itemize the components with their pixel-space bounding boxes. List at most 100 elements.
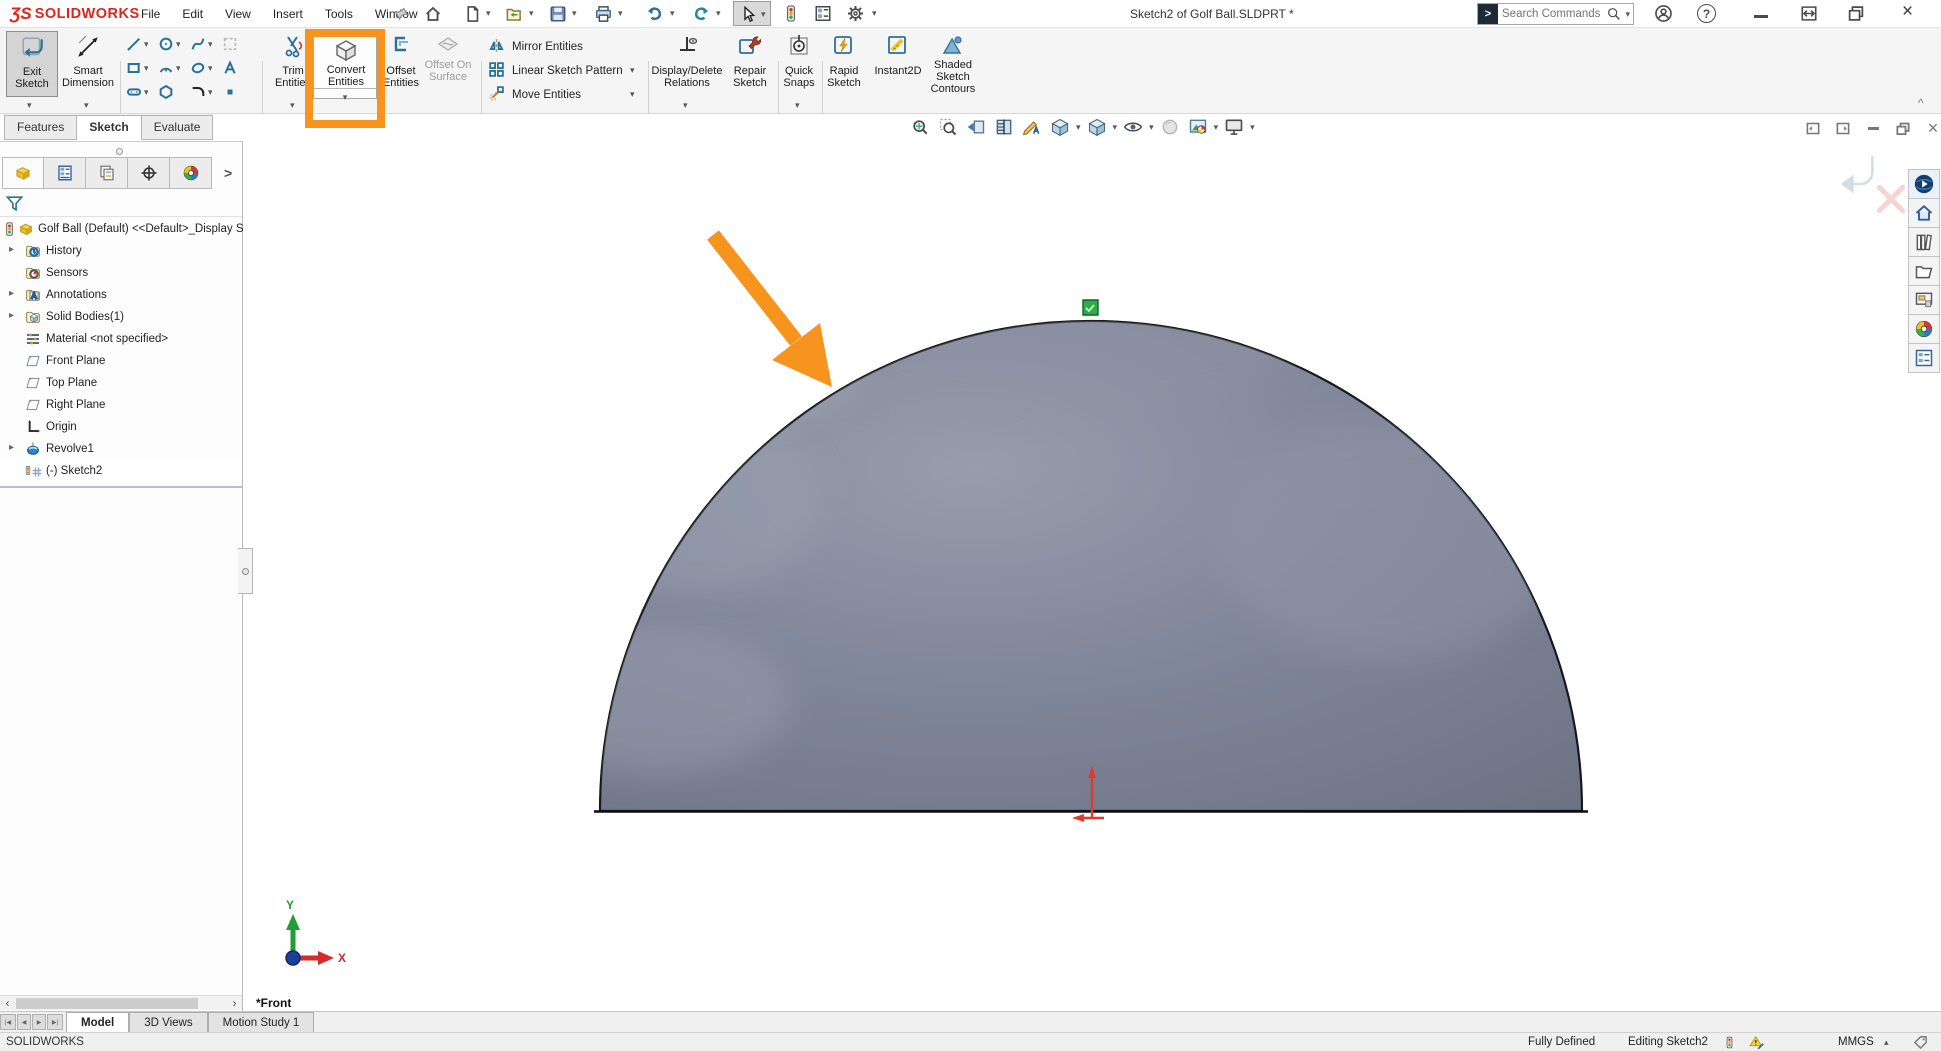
manager-expand-arrow[interactable]: > (224, 165, 232, 181)
next-tab-button[interactable]: ▶ (32, 1014, 46, 1030)
move-entities-icon[interactable] (488, 85, 505, 102)
options-gear-icon[interactable] (846, 4, 865, 23)
select-tool-button[interactable]: ▾ (733, 1, 771, 26)
shaded-sketch-contours-icon[interactable] (941, 33, 965, 57)
tree-item-right-plane[interactable]: Right Plane (0, 394, 242, 416)
trim-entities-caret[interactable]: ▾ (290, 101, 295, 110)
tab-motion-study-1[interactable]: Motion Study 1 (208, 1012, 315, 1032)
tree-item-revolve1[interactable]: ▸ Revolve1 (0, 438, 242, 460)
hide-show-items-caret[interactable]: ▾ (1149, 123, 1154, 132)
restore-button[interactable] (1847, 5, 1865, 22)
properties-icon[interactable] (814, 4, 832, 23)
move-entities-caret[interactable]: ▾ (630, 90, 635, 99)
save-icon[interactable] (549, 5, 567, 23)
tab-3d-views[interactable]: 3D Views (129, 1012, 207, 1032)
linear-pattern-caret[interactable]: ▾ (630, 66, 635, 75)
repair-sketch-icon[interactable] (737, 33, 761, 57)
exit-sketch-caret[interactable]: ▾ (27, 101, 32, 110)
home-icon[interactable] (424, 5, 442, 23)
search-dropdown-caret[interactable]: ▾ (1622, 10, 1633, 19)
print-icon[interactable] (594, 5, 613, 23)
tree-item-sensors[interactable]: Sensors (0, 262, 242, 284)
view-settings-caret[interactable]: ▾ (1250, 123, 1255, 132)
tree-item-solid-bodies[interactable]: ▸ Solid Bodies(1) (0, 306, 242, 328)
trim-entities-icon[interactable] (282, 34, 306, 58)
convert-entities-caret-strip[interactable]: ▾ (314, 88, 376, 99)
tree-item-history[interactable]: ▸ History (0, 240, 242, 262)
tree-item-sketch2[interactable]: (-) Sketch2 (0, 460, 242, 482)
mirror-entities-icon[interactable] (488, 37, 505, 54)
new-dropdown-caret[interactable]: ▾ (486, 9, 491, 18)
circle-tool-caret[interactable]: ▾ (176, 40, 181, 49)
linear-pattern-icon[interactable] (488, 61, 505, 78)
scroll-thumb[interactable] (16, 998, 198, 1009)
circle-tool-icon[interactable] (158, 36, 174, 52)
expander-icon[interactable]: ▸ (9, 244, 14, 255)
search-icon[interactable] (1606, 6, 1622, 22)
user-account-icon[interactable] (1654, 4, 1673, 23)
spline-tool-caret[interactable]: ▾ (208, 40, 213, 49)
last-tab-button[interactable]: ▶| (47, 1014, 63, 1030)
doc-minimize-button[interactable] (1862, 120, 1884, 137)
feature-manager-tab[interactable] (2, 157, 44, 189)
convert-entities-button[interactable]: Convert Entities ▾ (313, 35, 377, 99)
tree-item-top-plane[interactable]: Top Plane (0, 372, 242, 394)
tree-item-annotations[interactable]: ▸ Annotations (0, 284, 242, 306)
help-icon[interactable]: ? (1697, 4, 1716, 23)
rapid-sketch-icon[interactable] (832, 33, 856, 57)
hide-show-items-icon[interactable] (1121, 116, 1145, 138)
configuration-manager-tab[interactable] (86, 157, 128, 189)
display-manager-tab[interactable] (170, 157, 212, 189)
prev-tab-button[interactable]: ◀ (17, 1014, 31, 1030)
dimxpert-manager-tab[interactable] (128, 157, 170, 189)
collapse-pane-right-icon[interactable] (1832, 120, 1854, 137)
panel-splitter-handle[interactable] (238, 548, 253, 594)
zoom-to-area-icon[interactable] (936, 116, 960, 138)
redo-dropdown-caret[interactable]: ▾ (716, 9, 721, 18)
view-orientation-icon[interactable] (1048, 116, 1072, 138)
polygon-tool-icon[interactable] (158, 84, 174, 100)
tab-model[interactable]: Model (66, 1012, 129, 1032)
minimize-button[interactable] (1754, 15, 1768, 18)
redo-icon[interactable] (692, 5, 711, 23)
undo-icon[interactable] (645, 5, 664, 23)
open-dropdown-caret[interactable]: ▾ (529, 9, 534, 18)
menu-file[interactable]: File (130, 0, 171, 28)
line-tool-icon[interactable] (126, 36, 142, 52)
close-button[interactable]: × (1902, 1, 1913, 23)
pin-icon[interactable] (393, 6, 409, 22)
view-palette-tab[interactable] (1908, 286, 1940, 315)
line-tool-caret[interactable]: ▾ (144, 40, 149, 49)
3dexperience-tab[interactable] (1908, 170, 1940, 199)
point-tool-icon[interactable] (224, 86, 236, 98)
sketch-tip-icon[interactable] (1748, 1035, 1766, 1050)
undo-dropdown-caret[interactable]: ▾ (670, 9, 675, 18)
apply-scene-caret[interactable]: ▾ (1214, 123, 1219, 132)
quick-snaps-caret[interactable]: ▾ (795, 101, 800, 110)
fillet-tool-icon[interactable] (190, 84, 206, 100)
select-dropdown-caret[interactable]: ▾ (761, 10, 766, 19)
offset-entities-icon[interactable] (389, 34, 413, 58)
zoom-to-fit-icon[interactable] (908, 116, 932, 138)
appearances-tab[interactable] (1908, 315, 1940, 344)
model-geometry[interactable] (243, 141, 1941, 1011)
print-dropdown-caret[interactable]: ▾ (618, 9, 623, 18)
display-delete-relations-icon[interactable] (676, 33, 700, 57)
exit-sketch-button[interactable]: Exit Sketch (6, 31, 58, 97)
previous-view-icon[interactable] (964, 116, 988, 138)
tab-features[interactable]: Features (4, 115, 77, 140)
menu-view[interactable]: View (214, 0, 262, 28)
tab-evaluate[interactable]: Evaluate (142, 115, 214, 140)
slot-tool-icon[interactable] (126, 84, 142, 100)
expander-icon[interactable]: ▸ (9, 310, 14, 321)
convert-entities-caret[interactable]: ▾ (343, 92, 348, 102)
confirmation-corner-cancel-icon[interactable] (1871, 179, 1911, 219)
units-caret[interactable]: ▴ (1884, 1037, 1889, 1048)
display-style-caret[interactable]: ▾ (1113, 123, 1118, 132)
menu-edit[interactable]: Edit (171, 0, 214, 28)
ellipse-tool-icon[interactable] (190, 60, 206, 76)
ribbon-collapse-caret[interactable]: ^ (1918, 96, 1924, 110)
file-explorer-tab[interactable] (1908, 257, 1940, 286)
search-box[interactable]: > ▾ (1477, 3, 1634, 25)
tree-item-material[interactable]: Material <not specified> (0, 328, 242, 350)
